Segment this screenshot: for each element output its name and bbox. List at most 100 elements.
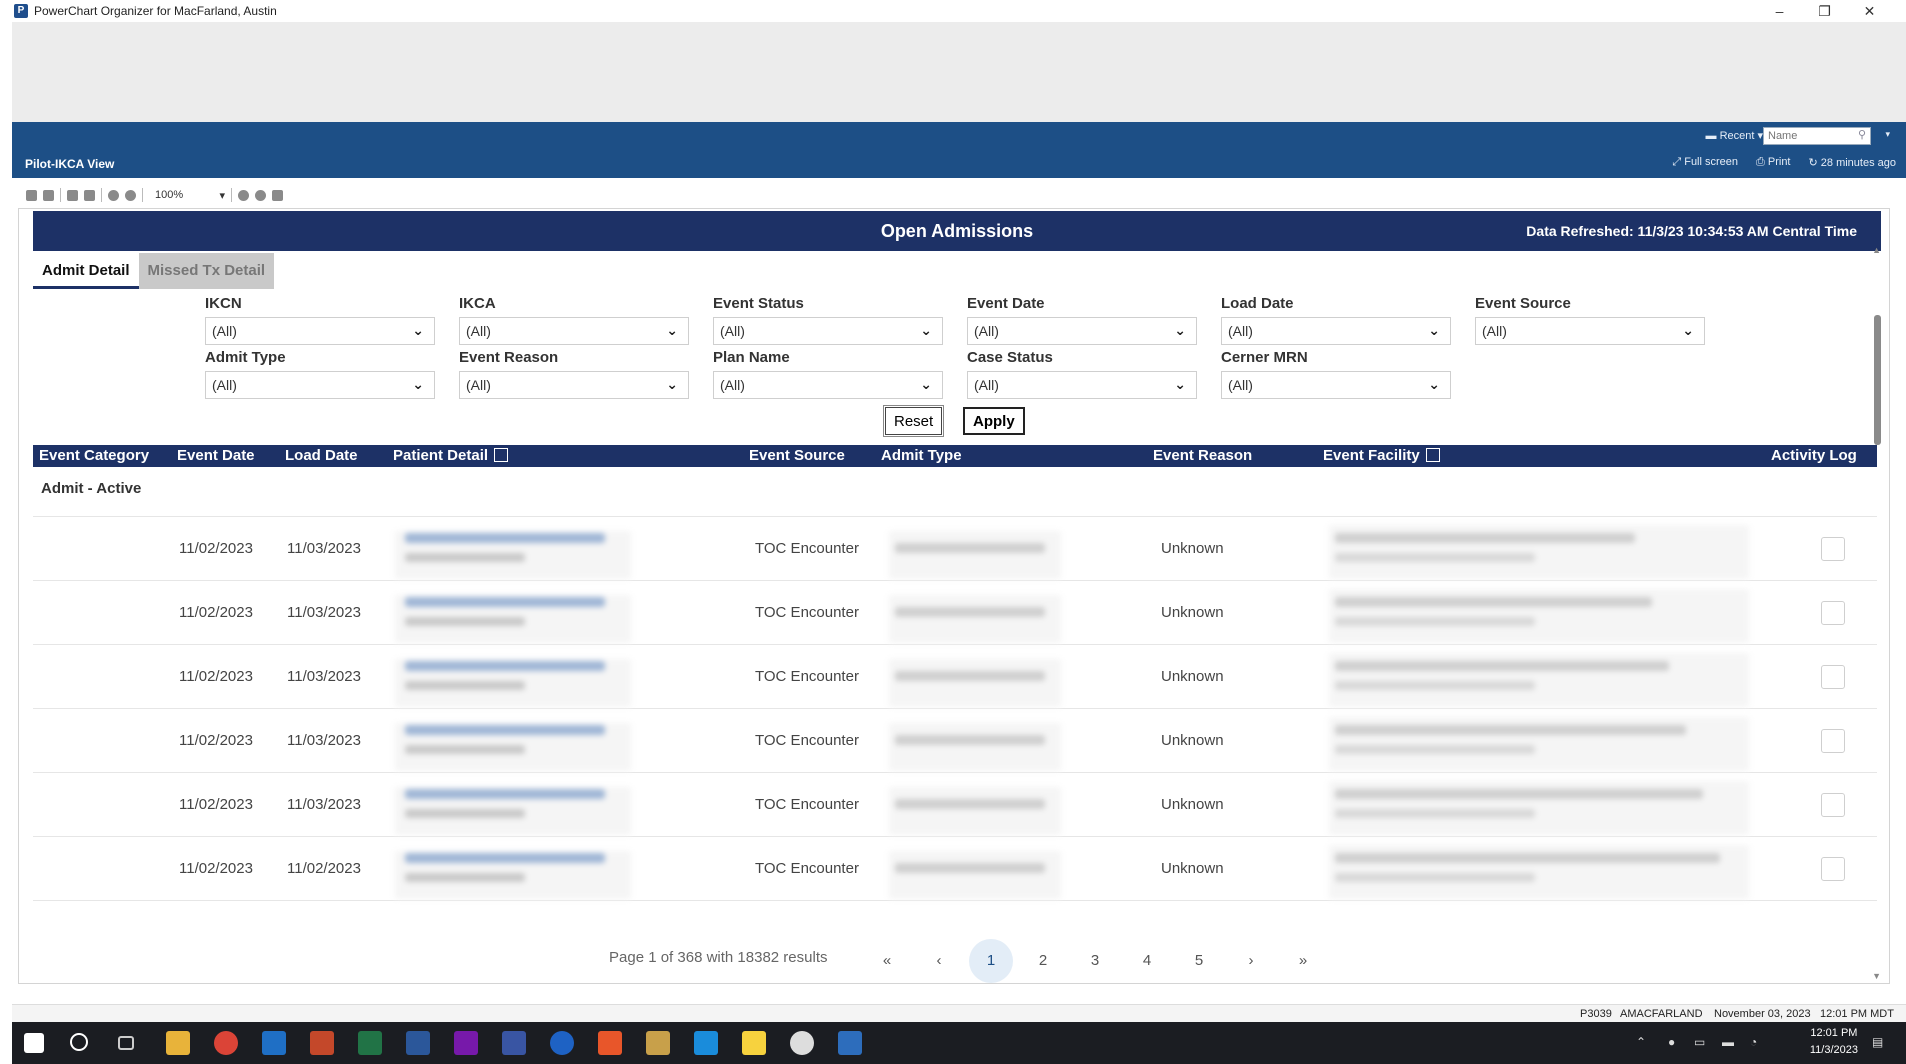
task-view-icon[interactable] [118, 1036, 134, 1050]
notifications-icon[interactable]: ▤ [1872, 1035, 1883, 1049]
activity-log-checkbox[interactable] [1821, 793, 1845, 817]
tab-missed-tx-detail[interactable]: Missed Tx Detail [138, 253, 275, 289]
load-date-cell: 11/03/2023 [287, 604, 361, 621]
event-status-select[interactable]: (All) ⌄ [713, 317, 943, 345]
chrome-icon[interactable] [214, 1031, 238, 1055]
ikcn-select[interactable]: (All) ⌄ [205, 317, 435, 345]
admit-type-select[interactable]: (All) ⌄ [205, 371, 435, 399]
vertical-scrollbar-thumb[interactable] [1874, 315, 1881, 445]
column-filter-icon[interactable] [1425, 448, 1440, 463]
last-page-button[interactable]: » [1281, 939, 1325, 983]
ikca-select[interactable]: (All) ⌄ [459, 317, 689, 345]
home-icon[interactable] [272, 189, 283, 201]
onenote-icon[interactable] [454, 1031, 478, 1055]
outlook-icon[interactable] [262, 1031, 286, 1055]
apply-button[interactable]: Apply [963, 407, 1025, 435]
load-date-cell: 11/03/2023 [287, 796, 361, 813]
circle-icon[interactable] [255, 189, 266, 201]
table-row[interactable]: 11/02/2023 11/03/2023 TOC Encounter Unknown [33, 517, 1877, 581]
sticky-notes-icon[interactable] [742, 1031, 766, 1055]
circle-icon[interactable] [238, 189, 249, 201]
select-value: (All) [466, 323, 491, 339]
activity-log-checkbox[interactable] [1821, 537, 1845, 561]
reset-button[interactable]: Reset [882, 405, 945, 437]
full-screen-button[interactable]: ⤢ Full screen [1672, 156, 1738, 169]
search-icon[interactable] [70, 1033, 88, 1051]
zoom-in-icon[interactable] [108, 189, 119, 201]
activity-log-checkbox[interactable] [1821, 665, 1845, 689]
column-header-activity-log[interactable]: Activity Log [1771, 447, 1857, 464]
file-explorer-icon[interactable] [166, 1031, 190, 1055]
microphone-icon[interactable]: ● [1668, 1035, 1675, 1049]
tab-admit-detail[interactable]: Admit Detail [33, 253, 139, 289]
snagit-icon[interactable] [598, 1031, 622, 1055]
table-row[interactable]: 11/02/2023 11/02/2023 TOC Encounter Unknown [33, 837, 1877, 901]
plan-name-select[interactable]: (All) ⌄ [713, 371, 943, 399]
minimize-button[interactable]: – [1757, 3, 1802, 19]
patient-name-search-input[interactable] [1763, 127, 1871, 145]
excel-icon[interactable] [358, 1031, 382, 1055]
table-row[interactable]: 11/02/2023 11/03/2023 TOC Encounter Unknown [33, 709, 1877, 773]
page-2-button[interactable]: 2 [1021, 939, 1065, 983]
column-header-event-category[interactable]: Event Category [39, 447, 149, 464]
page-5-button[interactable]: 5 [1177, 939, 1221, 983]
first-page-button[interactable]: « [865, 939, 909, 983]
event-date-select[interactable]: (All) ⌄ [967, 317, 1197, 345]
app-icon[interactable] [550, 1031, 574, 1055]
filter-event-reason: Event Reason (All) ⌄ [459, 349, 689, 399]
table-row[interactable]: 11/02/2023 11/03/2023 TOC Encounter Unknown [33, 581, 1877, 645]
zoom-select[interactable]: 100% ▾ [155, 189, 225, 202]
close-button[interactable]: ✕ [1847, 3, 1892, 20]
page-1-button[interactable]: 1 [969, 939, 1013, 983]
restore-button[interactable]: ❐ [1802, 3, 1847, 20]
search-options-caret-icon[interactable]: ▾ [1885, 129, 1890, 140]
document-icon[interactable] [43, 189, 54, 201]
activity-log-checkbox[interactable] [1821, 729, 1845, 753]
zoom-out-icon[interactable] [125, 189, 136, 201]
column-filter-icon[interactable] [494, 448, 509, 463]
column-header-patient-detail[interactable]: Patient Detail [393, 447, 509, 464]
tray-chevron-up-icon[interactable]: ⌃ [1636, 1035, 1646, 1049]
previous-page-button[interactable]: ‹ [917, 939, 961, 983]
windows-start-icon[interactable] [24, 1033, 44, 1053]
column-header-load-date[interactable]: Load Date [285, 447, 358, 464]
column-header-event-date[interactable]: Event Date [177, 447, 255, 464]
next-page-button[interactable]: › [1229, 939, 1273, 983]
data-refreshed-label: Data Refreshed: 11/3/23 10:34:53 AM Cent… [1526, 223, 1857, 239]
print-button[interactable]: ⎙ Print [1756, 156, 1790, 169]
skype-icon[interactable] [694, 1031, 718, 1055]
event-source-select[interactable]: (All) ⌄ [1475, 317, 1705, 345]
refresh-button[interactable]: ↻ 28 minutes ago [1809, 156, 1897, 169]
column-header-event-facility[interactable]: Event Facility [1323, 447, 1440, 464]
powerpoint-icon[interactable] [310, 1031, 334, 1055]
network-icon[interactable]: ▭ [1694, 1035, 1705, 1049]
search-icon[interactable]: ⚲ [1858, 128, 1866, 141]
table-row[interactable]: 11/02/2023 11/03/2023 TOC Encounter Unknown [33, 645, 1877, 709]
column-header-event-source[interactable]: Event Source [749, 447, 845, 464]
scroll-up-arrow-icon[interactable]: ▲ [1872, 245, 1881, 255]
app-icon[interactable] [646, 1031, 670, 1055]
page-4-button[interactable]: 4 [1125, 939, 1169, 983]
taskbar-clock[interactable]: 12:01 PM 11/3/2023 [1810, 1025, 1858, 1059]
activity-log-checkbox[interactable] [1821, 601, 1845, 625]
visio-icon[interactable] [502, 1031, 526, 1055]
copy-icon[interactable] [67, 189, 78, 201]
powerchart-taskbar-icon[interactable] [838, 1031, 862, 1055]
binoculars-icon[interactable] [26, 189, 37, 201]
column-header-event-reason[interactable]: Event Reason [1153, 447, 1252, 464]
wifi-icon[interactable]: ◔ [1750, 1035, 1757, 1049]
table-row[interactable]: 11/02/2023 11/03/2023 TOC Encounter Unknown [33, 773, 1877, 837]
event-reason-select[interactable]: (All) ⌄ [459, 371, 689, 399]
paste-icon[interactable] [84, 189, 95, 201]
activity-log-checkbox[interactable] [1821, 857, 1845, 881]
event-date-cell: 11/02/2023 [179, 604, 253, 621]
battery-icon[interactable]: ▬ [1722, 1035, 1734, 1049]
app-icon[interactable] [790, 1031, 814, 1055]
case-status-select[interactable]: (All) ⌄ [967, 371, 1197, 399]
column-header-admit-type[interactable]: Admit Type [881, 447, 962, 464]
recent-menu[interactable]: ▬ Recent ▾ [1706, 129, 1764, 142]
load-date-select[interactable]: (All) ⌄ [1221, 317, 1451, 345]
word-icon[interactable] [406, 1031, 430, 1055]
cerner-mrn-select[interactable]: (All) ⌄ [1221, 371, 1451, 399]
page-3-button[interactable]: 3 [1073, 939, 1117, 983]
